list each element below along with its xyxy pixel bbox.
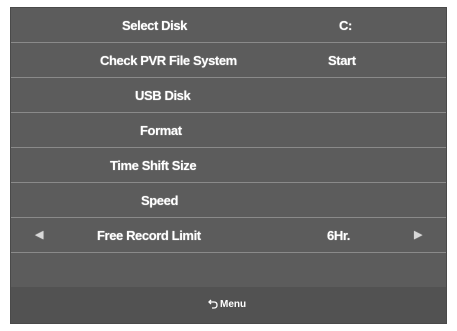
menu-row-free-record-limit[interactable]: ◀ Free Record Limit 6Hr. ▶ xyxy=(11,218,446,253)
free-record-limit-label: Free Record Limit xyxy=(97,228,201,243)
menu-row-time-shift-size[interactable]: Time Shift Size xyxy=(11,148,446,183)
arrow-right-icon[interactable]: ▶ xyxy=(414,218,422,253)
menu-row-select-disk[interactable]: Select Disk C: xyxy=(11,8,446,43)
check-pvr-file-system-value: Start xyxy=(328,53,356,68)
return-arrow-icon xyxy=(208,299,218,310)
back-to-menu-hint[interactable]: Menu xyxy=(208,287,246,323)
menu-row-format[interactable]: Format xyxy=(11,113,446,148)
select-disk-value: C: xyxy=(339,18,352,33)
speed-label: Speed xyxy=(141,193,179,208)
arrow-left-icon[interactable]: ◀ xyxy=(35,218,43,253)
menu-row-speed[interactable]: Speed xyxy=(11,183,446,218)
time-shift-size-label: Time Shift Size xyxy=(110,158,197,173)
back-to-menu-label: Menu xyxy=(220,299,247,310)
pvr-settings-menu: Select Disk C: Check PVR File System Sta… xyxy=(10,7,447,324)
check-pvr-file-system-label: Check PVR File System xyxy=(100,53,237,68)
menu-footer: Menu xyxy=(11,287,446,323)
menu-row-empty xyxy=(11,253,446,288)
format-label: Format xyxy=(140,123,182,138)
menu-row-check-pvr-file-system[interactable]: Check PVR File System Start xyxy=(11,43,446,78)
select-disk-label: Select Disk xyxy=(122,18,187,33)
menu-row-usb-disk[interactable]: USB Disk xyxy=(11,78,446,113)
free-record-limit-value: 6Hr. xyxy=(327,228,350,243)
usb-disk-label: USB Disk xyxy=(135,88,191,103)
